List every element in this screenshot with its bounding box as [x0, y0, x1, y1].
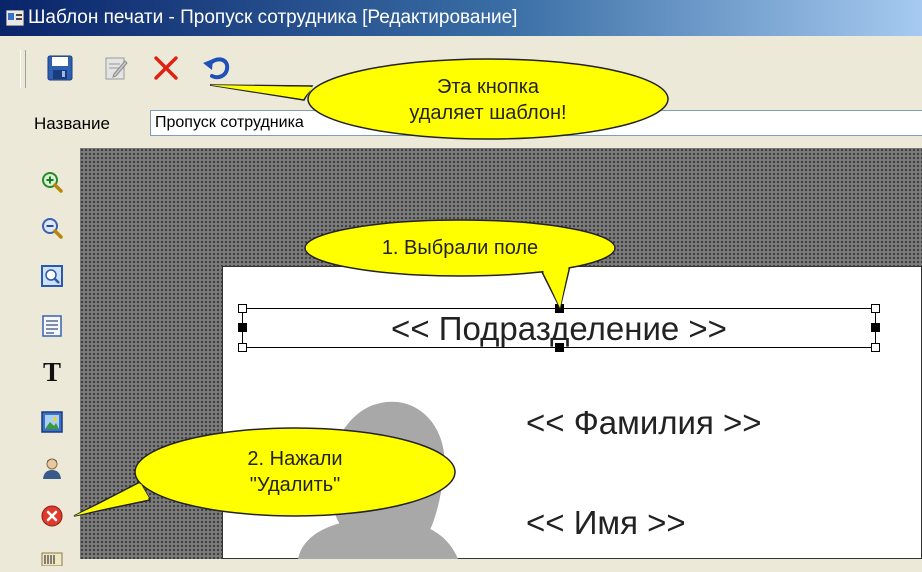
resize-handle[interactable]	[871, 323, 880, 332]
toolbar-grip[interactable]	[20, 50, 26, 88]
zoom-in-icon	[42, 172, 63, 193]
text-block-button[interactable]	[38, 312, 66, 340]
edit-button[interactable]	[98, 50, 134, 86]
zoom-out-icon	[42, 218, 63, 239]
photo-tool-icon	[43, 458, 61, 479]
window-title: Шаблон печати - Пропуск сотрудника [Реда…	[28, 7, 518, 28]
image-tool-button[interactable]	[38, 408, 66, 436]
text-tool-button[interactable]: T	[38, 356, 66, 387]
delete-field-button[interactable]	[38, 502, 66, 530]
department-field[interactable]: << Подразделение >>	[242, 308, 876, 348]
callout-delete-template: Эта кнопка удаляет шаблон!	[200, 58, 670, 142]
zoom-out-button[interactable]	[38, 214, 66, 242]
left-toolbar: T	[0, 148, 80, 566]
save-icon	[47, 55, 73, 81]
callout-pressed-delete-line2: "Удалить"	[249, 474, 341, 496]
app-icon	[6, 10, 24, 26]
name-label: Название	[34, 114, 110, 133]
text-block-icon	[42, 315, 62, 337]
callout-delete-template-line1: Эта кнопка	[436, 76, 540, 98]
callout-pressed-delete: 2. Нажали "Удалить"	[70, 424, 470, 524]
zoom-fit-icon	[41, 265, 63, 287]
callout-selected-field-text: 1. Выбрали поле	[381, 237, 539, 259]
callout-selected-field: 1. Выбрали поле	[290, 218, 630, 311]
barcode-tool-icon	[41, 552, 63, 566]
photo-tool-button[interactable]	[38, 454, 66, 482]
resize-handle[interactable]	[238, 323, 247, 332]
title-bar: Шаблон печати - Пропуск сотрудника [Реда…	[0, 0, 922, 36]
resize-handle[interactable]	[871, 343, 880, 352]
delete-icon	[154, 56, 178, 80]
surname-field[interactable]: << Фамилия >>	[526, 404, 762, 442]
text-tool-icon: T	[42, 356, 61, 387]
delete-field-icon	[41, 505, 63, 527]
callout-delete-template-line2: удаляет шаблон!	[409, 102, 567, 124]
delete-template-button[interactable]	[148, 50, 184, 86]
zoom-in-button[interactable]	[38, 168, 66, 196]
resize-handle[interactable]	[555, 343, 564, 352]
resize-handle[interactable]	[238, 304, 247, 313]
save-button[interactable]	[42, 50, 78, 86]
resize-handle[interactable]	[238, 343, 247, 352]
firstname-field[interactable]: << Имя >>	[526, 504, 686, 542]
edit-icon	[105, 57, 128, 80]
barcode-tool-button[interactable]	[38, 544, 66, 572]
callout-pressed-delete-line1: 2. Нажали	[247, 448, 343, 470]
resize-handle[interactable]	[871, 304, 880, 313]
image-tool-icon	[41, 411, 63, 433]
zoom-fit-button[interactable]	[38, 262, 66, 290]
